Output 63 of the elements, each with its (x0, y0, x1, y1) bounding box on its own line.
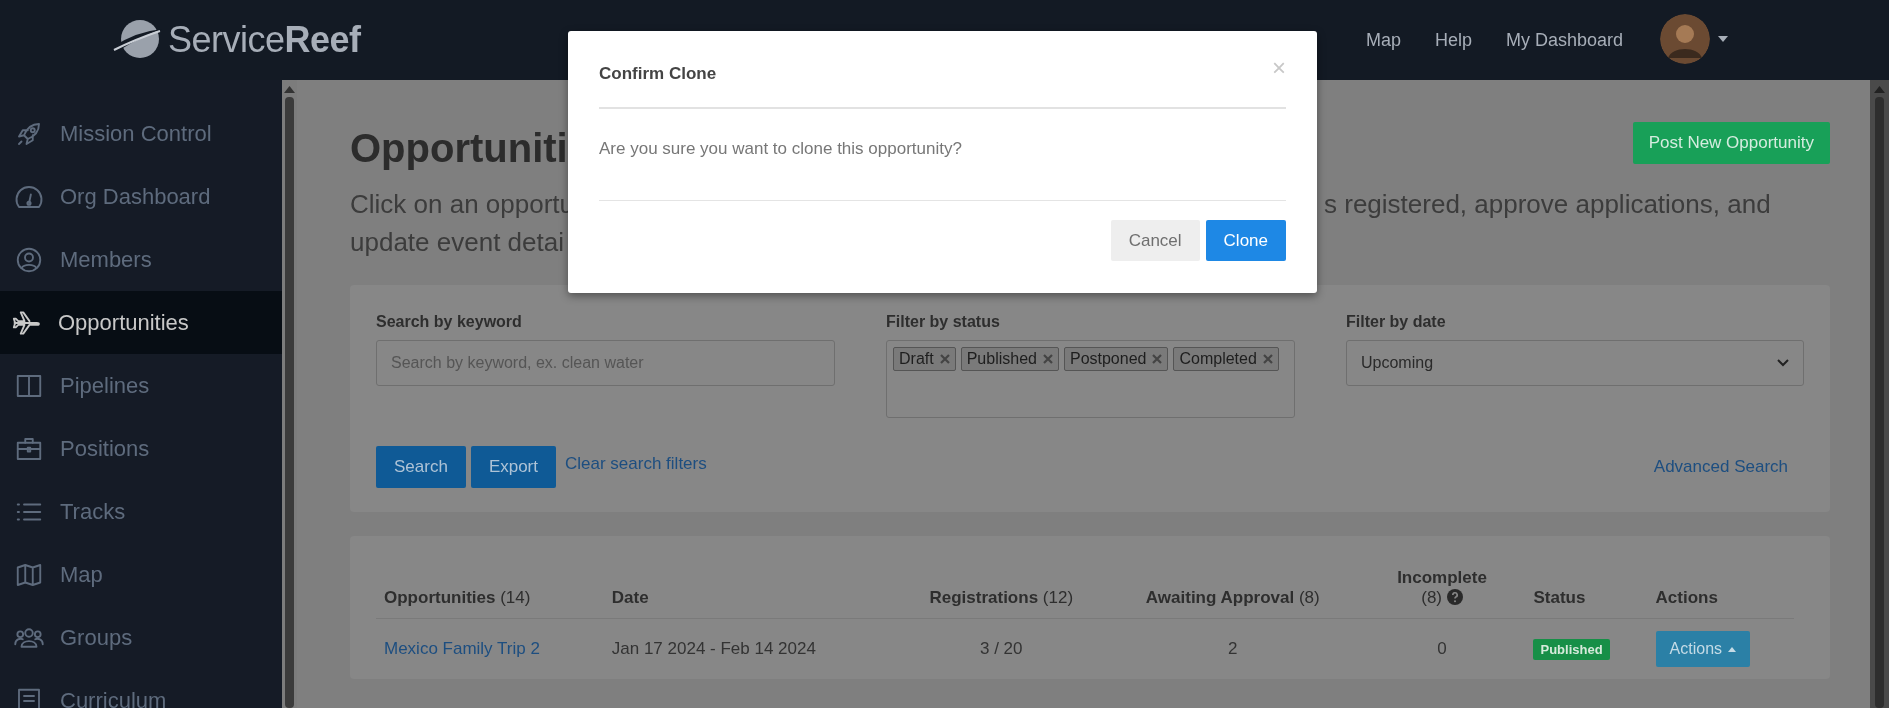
nav-link[interactable]: Help (1434, 29, 1472, 51)
field-label: Search by keyword (376, 313, 523, 331)
logo-text: ServiceReef (168, 19, 361, 61)
opportunity-link[interactable]: Mexico Family Trip 2 (384, 639, 540, 658)
scroll-up-icon[interactable] (1874, 86, 1885, 93)
field-label: Filter by date (1346, 313, 1447, 331)
table-cell: Jan 17 2024 - Feb 14 2024 (611, 639, 816, 658)
status-tag[interactable]: Draft (893, 347, 956, 371)
description-text: s registered, approve applications, and (1324, 188, 1772, 221)
close-icon[interactable] (1262, 354, 1273, 364)
cancel-button[interactable]: Cancel (1110, 220, 1200, 261)
column-header: Awaiting Approval (8) (1145, 588, 1320, 607)
sidebar-item[interactable]: Groups (0, 606, 282, 669)
column-header: Opportunities (14) (384, 588, 531, 607)
status-tag[interactable]: Published (960, 347, 1059, 371)
sidebar-item[interactable]: Mission Control (0, 102, 282, 165)
help-icon[interactable] (1446, 589, 1463, 605)
avatar[interactable] (1660, 14, 1710, 64)
confirm-button[interactable]: Clone (1205, 220, 1286, 261)
action-button[interactable]: Export (470, 446, 556, 488)
sidebar-item[interactable]: Curriculum (0, 669, 282, 708)
status-tag[interactable]: Completed (1173, 347, 1279, 371)
table-cell: 0 (1437, 639, 1447, 658)
sidebar-item[interactable]: Positions (0, 417, 282, 480)
chevron-down-icon (1777, 359, 1789, 367)
sidebar-item[interactable]: Tracks (0, 480, 282, 543)
scrollbar[interactable] (282, 80, 297, 708)
dialog-message: Are you sure you want to clone this opportunity? (599, 139, 962, 158)
column-header: Date (611, 588, 649, 607)
caret-icon (1728, 646, 1737, 652)
scroll-up-icon[interactable] (284, 86, 295, 93)
post-button[interactable]: Post New Opportunity (1632, 122, 1830, 164)
action-button[interactable]: Search (376, 446, 466, 488)
column-header: Registrations (12) (929, 588, 1074, 607)
advanced-search-link[interactable]: Advanced Search (1653, 457, 1788, 477)
nav-link[interactable]: My Dashboard (1505, 29, 1623, 51)
clear-filters-link[interactable]: Clear search filters (565, 454, 707, 474)
sidebar-item[interactable]: Pipelines (0, 354, 282, 417)
field-label: Filter by status (886, 313, 1001, 331)
scrollbar[interactable] (1870, 80, 1889, 708)
sidebar-item[interactable]: Opportunities (0, 291, 282, 354)
actions-button[interactable]: Actions (1655, 631, 1751, 667)
caret-icon[interactable] (1718, 36, 1728, 42)
close-icon[interactable] (1042, 354, 1053, 364)
status-field[interactable]: Draft Published Postponed Completed (886, 340, 1295, 418)
nav-link[interactable]: Map (1365, 29, 1401, 51)
column-header: Status (1533, 588, 1586, 607)
column-header: Actions (1655, 588, 1718, 607)
date-select[interactable]: Upcoming (1346, 340, 1804, 386)
status-badge: Published (1533, 639, 1610, 660)
page-title: Opportuniti (350, 126, 568, 171)
table-cell: 2 (1228, 639, 1238, 658)
table-cell: 3 / 20 (980, 639, 1023, 658)
close-icon[interactable] (939, 354, 950, 364)
sidebar-item[interactable]: Members (0, 228, 282, 291)
dialog-title: Confirm Clone (599, 64, 717, 84)
status-tag[interactable]: Postponed (1063, 347, 1169, 371)
column-header: Incomplete (8) (1396, 568, 1488, 608)
sidebar-item[interactable]: Map (0, 543, 282, 606)
description-text: update event detai (350, 226, 564, 259)
close-icon[interactable] (1152, 354, 1163, 364)
close-button[interactable]: × (1272, 54, 1286, 82)
sidebar-item[interactable]: Org Dashboard (0, 165, 282, 228)
